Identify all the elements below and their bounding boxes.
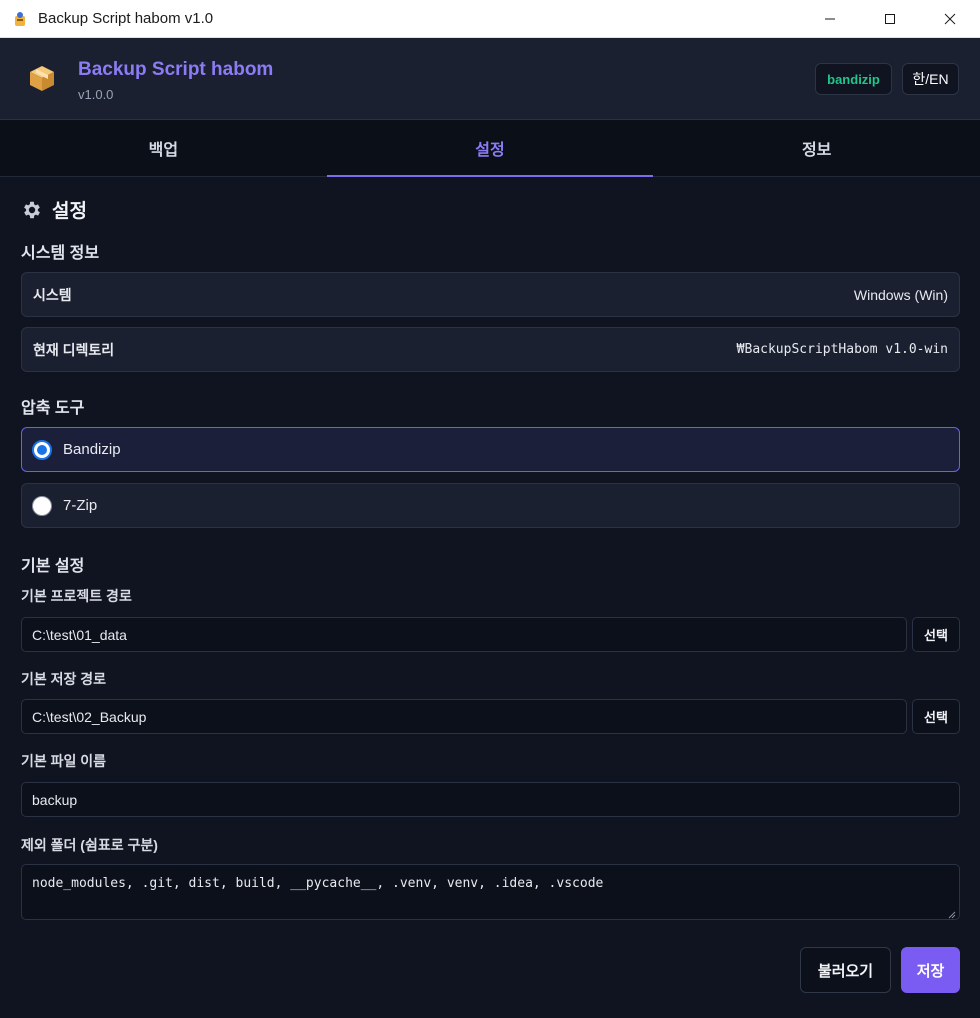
project-path-label: 기본 프로젝트 경로	[21, 588, 132, 604]
language-toggle-button[interactable]: 한/EN	[902, 63, 959, 95]
save-path-label: 기본 저장 경로	[21, 671, 107, 687]
system-value: Windows (Win)	[853, 286, 948, 303]
system-label: 시스템	[33, 286, 72, 303]
directory-row: 현재 디렉토리 ₩BackupScriptHabom v1.0-win	[21, 327, 960, 372]
app-icon	[10, 9, 30, 29]
defaults-heading: 기본 설정	[21, 558, 85, 575]
radio-label-bandizip: Bandizip	[63, 441, 121, 458]
project-path-select-button[interactable]: 선택	[912, 617, 960, 652]
app-header: Backup Script habom v1.0.0 bandizip 한/EN	[0, 38, 980, 120]
close-icon	[944, 13, 956, 24]
gear-icon	[21, 199, 43, 221]
package-icon	[27, 63, 57, 93]
radio-option-7zip[interactable]: 7-Zip	[21, 483, 960, 528]
directory-value: ₩BackupScriptHabom v1.0-win	[736, 342, 948, 357]
window-title: Backup Script habom v1.0	[38, 10, 214, 27]
file-name-input[interactable]: backup	[21, 782, 960, 817]
radio-unchecked-icon[interactable]	[32, 495, 52, 516]
maximize-button[interactable]	[860, 0, 920, 38]
load-button[interactable]: 불러오기	[800, 947, 891, 993]
save-path-input[interactable]: C:\test\02_Backup	[21, 699, 907, 734]
settings-heading: 설정	[52, 201, 87, 222]
exclude-folders-value: node_modules, .git, dist, build, __pycac…	[32, 876, 604, 891]
file-name-label: 기본 파일 이름	[21, 753, 107, 769]
app-version: v1.0.0	[78, 87, 114, 102]
save-path-select-button[interactable]: 선택	[912, 699, 960, 734]
directory-label: 현재 디렉토리	[33, 341, 115, 358]
system-row: 시스템 Windows (Win)	[21, 272, 960, 317]
save-button[interactable]: 저장	[901, 947, 960, 993]
radio-option-bandizip[interactable]: Bandizip	[21, 427, 960, 472]
tab-settings[interactable]: 설정	[326, 120, 654, 177]
radio-label-7zip: 7-Zip	[63, 497, 98, 514]
tab-backup[interactable]: 백업	[0, 120, 327, 176]
exclude-folders-label: 제외 폴더 (쉼표로 구분)	[21, 837, 158, 853]
radio-checked-icon[interactable]	[32, 439, 52, 460]
app-name: Backup Script habom	[78, 59, 274, 80]
window-titlebar: Backup Script habom v1.0	[0, 0, 980, 38]
resize-grip-icon[interactable]	[948, 908, 956, 919]
tab-info[interactable]: 정보	[653, 120, 980, 176]
system-info-heading: 시스템 정보	[21, 245, 100, 262]
minimize-button[interactable]	[800, 0, 860, 38]
close-button[interactable]	[920, 0, 980, 38]
exclude-folders-textarea[interactable]: node_modules, .git, dist, build, __pycac…	[21, 864, 960, 920]
main-tabs: 백업 설정 정보	[0, 120, 980, 177]
settings-title: 설정	[21, 196, 87, 223]
minimize-icon	[825, 18, 835, 19]
compression-tool-badge: bandizip	[815, 63, 892, 95]
maximize-icon	[885, 13, 895, 24]
project-path-input[interactable]: C:\test\01_data	[21, 617, 907, 652]
compression-heading: 압축 도구	[21, 400, 85, 417]
